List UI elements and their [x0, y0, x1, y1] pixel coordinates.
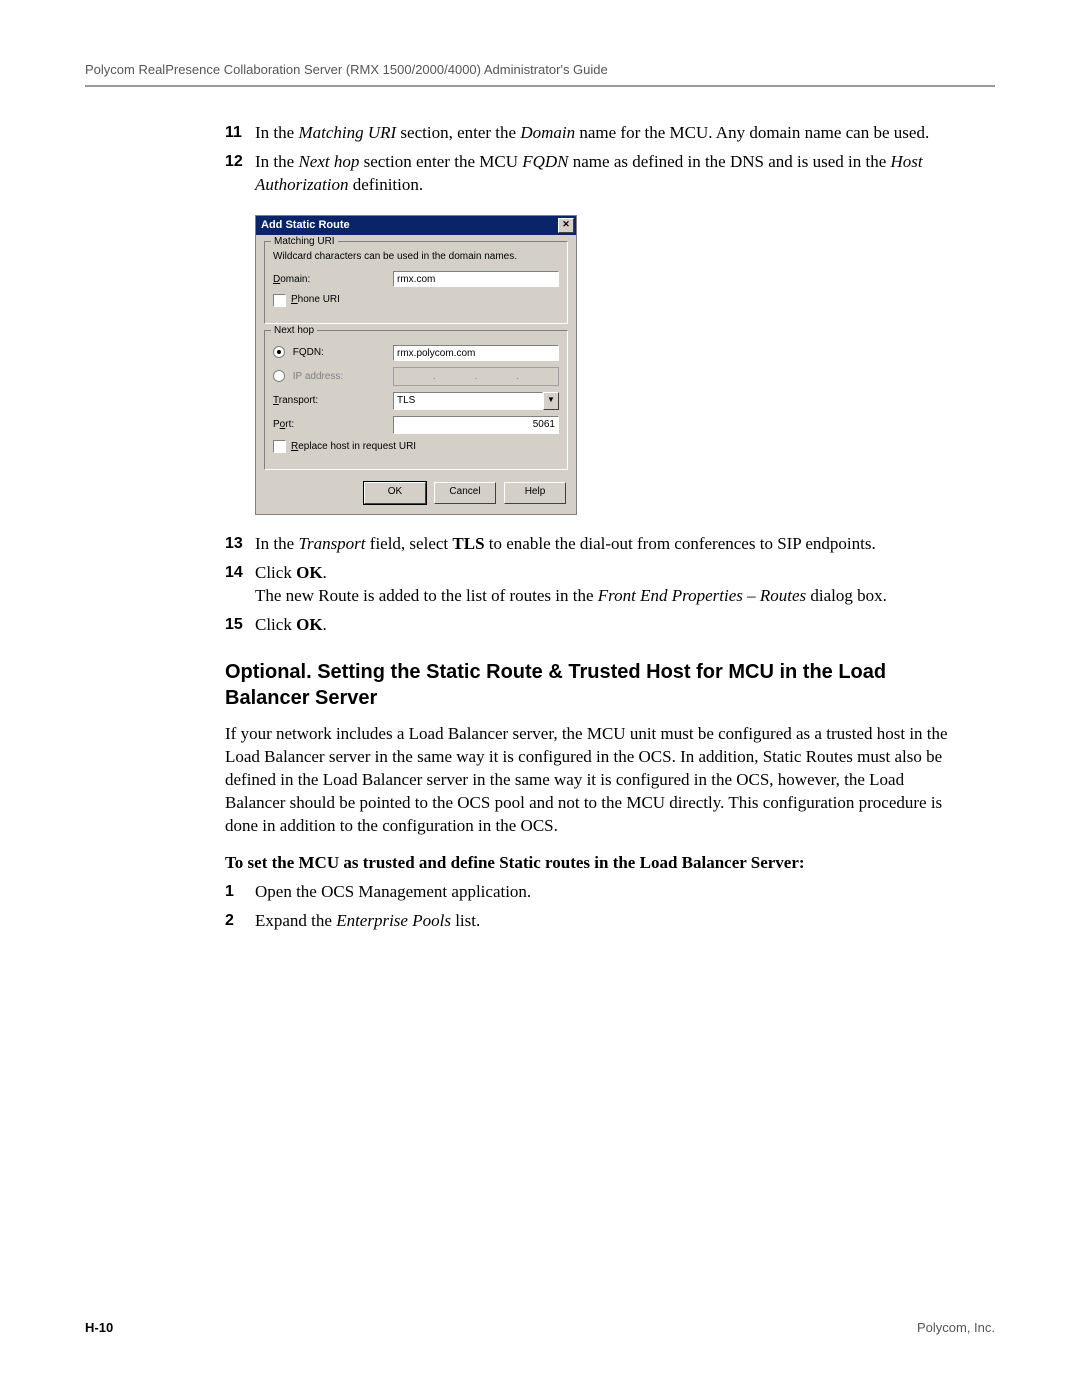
ip-address-radio[interactable]	[273, 370, 285, 382]
step-number: 15	[225, 614, 243, 636]
step-number: 2	[225, 910, 234, 932]
step-1: 1 Open the OCS Management application.	[225, 881, 950, 904]
matching-uri-group: Matching URI Wildcard characters can be …	[264, 241, 568, 324]
company-name: Polycom, Inc.	[917, 1320, 995, 1335]
step-12: 12 In the Next hop section enter the MCU…	[225, 151, 950, 197]
step-11: 11 In the Matching URI section, enter th…	[225, 122, 950, 145]
port-label: Port:	[273, 418, 393, 432]
ip-address-label: IP address:	[293, 371, 343, 382]
dialog-titlebar: Add Static Route ✕	[256, 216, 576, 235]
step-text: In the Next hop section enter the MCU FQ…	[255, 152, 923, 194]
wildcard-note: Wildcard characters can be used in the d…	[273, 250, 559, 264]
step-text: Expand the Enterprise Pools list.	[255, 911, 480, 930]
step-text: In the Matching URI section, enter the D…	[255, 123, 929, 142]
step-2: 2 Expand the Enterprise Pools list.	[225, 910, 950, 933]
step-text: Click OK. The new Route is added to the …	[255, 563, 887, 605]
cancel-button[interactable]: Cancel	[434, 482, 496, 504]
page-header: Polycom RealPresence Collaboration Serve…	[85, 62, 995, 87]
replace-host-label: Replace host in request URI	[291, 440, 416, 454]
step-number: 12	[225, 151, 243, 173]
domain-label: Domain:	[273, 273, 393, 287]
page-number: H-10	[85, 1320, 113, 1335]
step-text: Open the OCS Management application.	[255, 882, 531, 901]
step-number: 1	[225, 881, 234, 903]
ok-button[interactable]: OK	[364, 482, 426, 504]
fqdn-input[interactable]: rmx.polycom.com	[393, 345, 559, 361]
domain-input[interactable]: rmx.com	[393, 271, 559, 287]
step-text: Click OK.	[255, 615, 327, 634]
close-icon[interactable]: ✕	[558, 218, 574, 233]
help-button[interactable]: Help	[504, 482, 566, 504]
next-hop-group: Next hop FQDN: rmx.polycom.com IP addres…	[264, 330, 568, 471]
step-14: 14 Click OK. The new Route is added to t…	[225, 562, 950, 608]
group-label: Next hop	[271, 324, 317, 338]
port-input[interactable]: 5061	[393, 416, 559, 434]
transport-label: Transport:	[273, 394, 393, 408]
step-number: 14	[225, 562, 243, 584]
fqdn-radio[interactable]	[273, 346, 285, 358]
step-text: In the Transport field, select TLS to en…	[255, 534, 876, 553]
step-number: 13	[225, 533, 243, 555]
sub-heading: To set the MCU as trusted and define Sta…	[225, 852, 950, 875]
transport-select[interactable]: TLS	[393, 392, 543, 410]
step-number: 11	[225, 122, 242, 144]
phone-uri-label: Phone URI	[291, 293, 340, 307]
paragraph: If your network includes a Load Balancer…	[225, 723, 950, 838]
dialog-title: Add Static Route	[261, 218, 350, 233]
page-footer: H-10 Polycom, Inc.	[85, 1320, 995, 1335]
chevron-down-icon[interactable]: ▼	[543, 392, 559, 410]
fqdn-label: FQDN:	[293, 347, 324, 358]
group-label: Matching URI	[271, 235, 338, 249]
add-static-route-dialog: Add Static Route ✕ Matching URI Wildcard…	[255, 215, 577, 516]
phone-uri-checkbox[interactable]	[273, 294, 286, 307]
ip-address-input: ...	[393, 367, 559, 386]
section-heading: Optional. Setting the Static Route & Tru…	[225, 659, 950, 711]
main-content: 11 In the Matching URI section, enter th…	[225, 122, 950, 933]
step-15: 15 Click OK.	[225, 614, 950, 637]
step-13: 13 In the Transport field, select TLS to…	[225, 533, 950, 556]
replace-host-checkbox[interactable]	[273, 440, 286, 453]
